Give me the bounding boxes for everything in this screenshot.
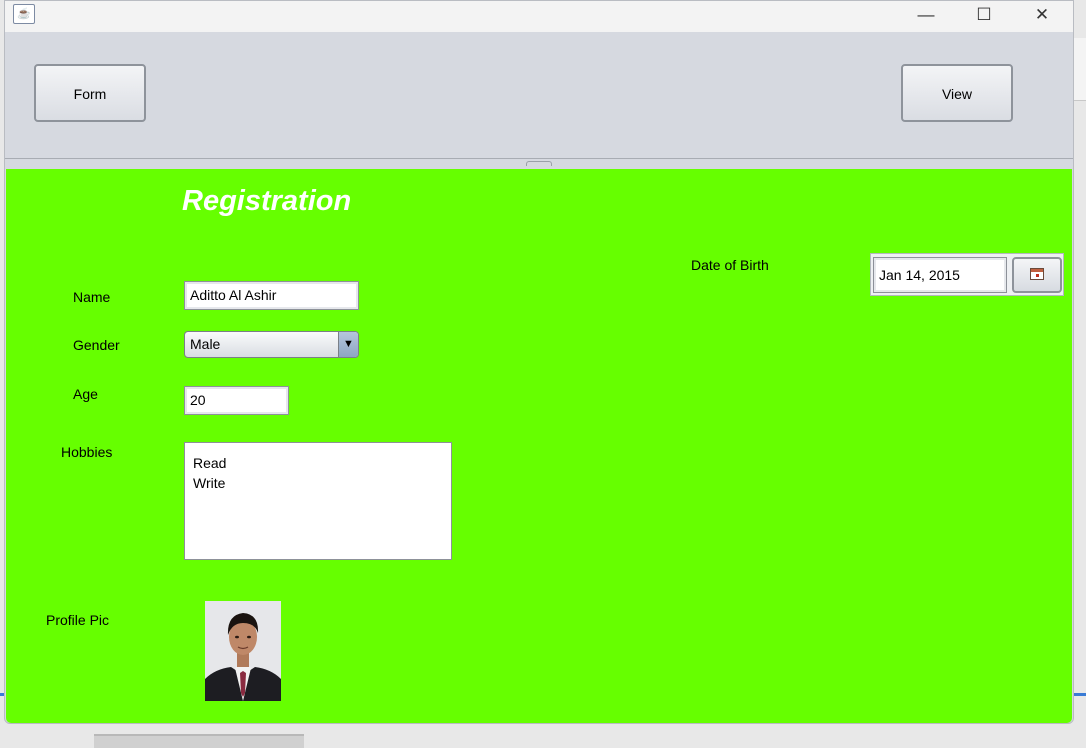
chevron-down-icon[interactable]: ▼ — [338, 332, 358, 357]
profile-pic-label: Profile Pic — [46, 612, 110, 628]
profile-photo — [205, 601, 281, 701]
name-label: Name — [73, 289, 111, 305]
dob-field[interactable]: Jan 14, 2015 — [873, 257, 1007, 293]
gender-select[interactable]: Male ▼ — [184, 331, 359, 358]
background-accent-line — [1072, 693, 1086, 696]
java-cup-icon: ☕ — [13, 4, 35, 24]
hobbies-textarea[interactable]: Read Write — [184, 442, 452, 560]
toolbar: Form View — [5, 32, 1073, 158]
view-button[interactable]: View — [901, 64, 1013, 122]
name-field[interactable]: Aditto Al Ashir — [184, 281, 359, 310]
form-button[interactable]: Form — [34, 64, 146, 122]
hobbies-label: Hobbies — [61, 444, 113, 460]
dob-label: Date of Birth — [691, 257, 769, 273]
split-pane-divider[interactable] — [5, 158, 1073, 169]
age-field[interactable]: 20 — [184, 386, 289, 415]
maximize-button[interactable]: ☐ — [955, 1, 1013, 32]
person-portrait-icon — [205, 601, 281, 701]
title-bar: ☕ — ☐ ✕ — [5, 1, 1073, 32]
page-title: Registration — [182, 185, 352, 217]
calendar-icon — [1030, 268, 1044, 280]
calendar-button[interactable] — [1012, 257, 1062, 293]
minimize-button[interactable]: — — [897, 1, 955, 32]
gender-selected-value: Male — [190, 336, 221, 352]
gender-label: Gender — [73, 337, 120, 353]
age-label: Age — [73, 386, 98, 402]
divider-grip-icon[interactable] — [526, 161, 552, 166]
close-button[interactable]: ✕ — [1013, 1, 1071, 32]
app-window: ☕ — ☐ ✕ Form View Registration Name Adit… — [4, 0, 1074, 724]
background-window-edge — [1072, 38, 1086, 101]
